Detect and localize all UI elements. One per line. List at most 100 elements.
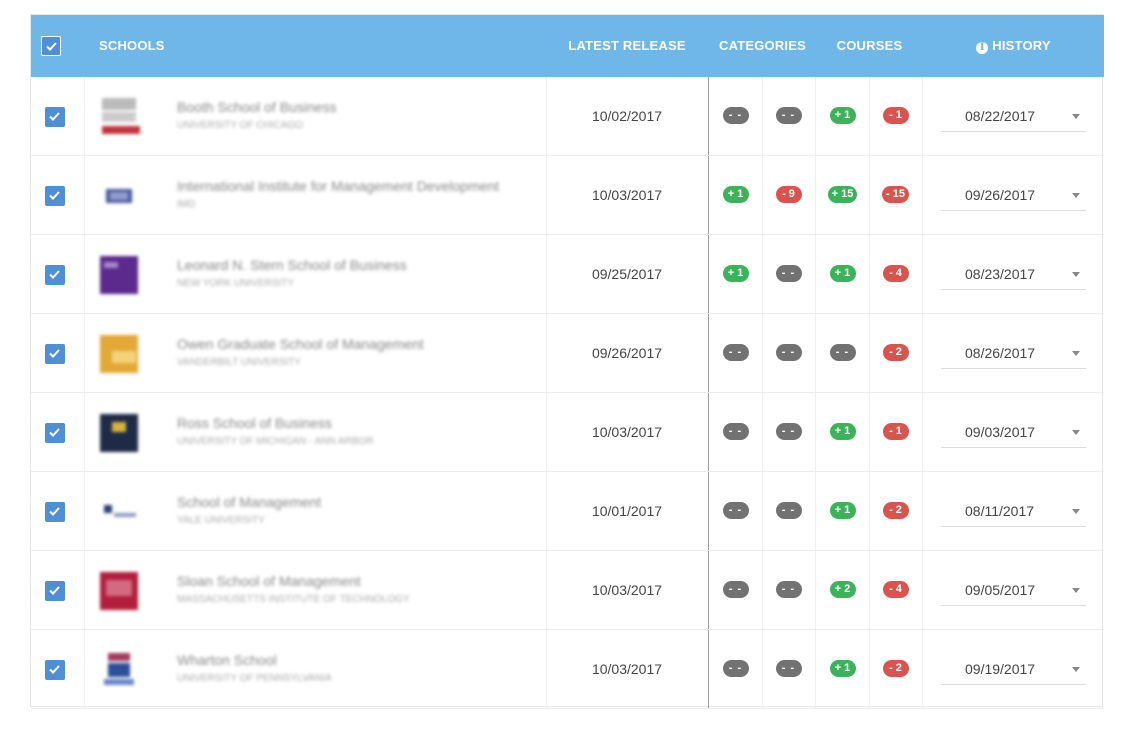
category-added-badge: - - <box>722 423 749 440</box>
row-checkbox[interactable] <box>45 660 65 680</box>
header-courses[interactable]: COURSES <box>816 15 923 77</box>
history-value: 08/22/2017 <box>965 108 1036 124</box>
check-icon <box>49 428 60 437</box>
history-value: 09/05/2017 <box>965 582 1036 598</box>
table-row: Wharton School University of Pennsylvania… <box>31 630 1104 709</box>
history-value: 09/26/2017 <box>965 187 1036 203</box>
history-dropdown[interactable]: 08/11/2017 <box>941 498 1086 527</box>
school-name: Sloan School of Management <box>177 573 361 589</box>
school-university: Massachusetts Institute of Technology <box>177 594 410 605</box>
school-university: University of Pennsylvania <box>177 673 332 684</box>
latest-release-date: 10/02/2017 <box>546 77 709 155</box>
history-value: 09/03/2017 <box>965 424 1036 440</box>
history-dropdown[interactable]: 08/26/2017 <box>941 340 1086 369</box>
history-dropdown[interactable]: 09/26/2017 <box>941 182 1086 211</box>
category-removed-badge: - - <box>775 660 802 677</box>
school-university: Vanderbilt University <box>177 357 301 368</box>
row-checkbox[interactable] <box>45 581 65 601</box>
school-university: New York University <box>177 278 295 289</box>
course-removed-badge: - 4 <box>882 265 909 282</box>
row-checkbox[interactable] <box>45 344 65 364</box>
caret-down-icon <box>1072 272 1080 277</box>
caret-down-icon <box>1072 667 1080 672</box>
course-added-badge: + 1 <box>829 265 856 282</box>
select-all-checkbox[interactable] <box>41 36 61 56</box>
category-added-badge: + 1 <box>722 186 749 203</box>
history-dropdown[interactable]: 08/22/2017 <box>941 103 1086 132</box>
course-added-badge: + 15 <box>827 186 858 203</box>
check-icon <box>49 586 60 595</box>
category-added-badge: - - <box>722 581 749 598</box>
history-value: 08/23/2017 <box>965 266 1036 282</box>
school-university: IMD <box>177 199 196 210</box>
latest-release-date: 10/03/2017 <box>546 393 709 471</box>
history-dropdown[interactable]: 09/19/2017 <box>941 656 1086 685</box>
course-added-badge: - - <box>829 344 856 361</box>
school-logo <box>100 256 138 294</box>
table-header: SCHOOLS LATEST RELEASE CATEGORIES COURSE… <box>31 15 1104 77</box>
table-row: School of Management Yale University 10/0… <box>31 472 1104 551</box>
row-checkbox[interactable] <box>45 186 65 206</box>
school-logo <box>104 653 134 685</box>
header-schools[interactable]: SCHOOLS <box>99 15 165 77</box>
course-removed-badge: - 2 <box>882 502 909 519</box>
school-name: Ross School of Business <box>177 415 332 431</box>
school-logo <box>100 414 138 452</box>
school-university: University of Michigan - Ann Arbor <box>177 436 374 447</box>
school-logo <box>104 505 136 517</box>
check-icon <box>46 42 57 51</box>
row-checkbox[interactable] <box>45 423 65 443</box>
check-icon <box>49 349 60 358</box>
latest-release-date: 09/26/2017 <box>546 314 709 392</box>
table-row: Leonard N. Stern School of Business New Y… <box>31 235 1104 314</box>
caret-down-icon <box>1072 588 1080 593</box>
school-name: School of Management <box>177 494 321 510</box>
history-dropdown[interactable]: 09/05/2017 <box>941 577 1086 606</box>
history-value: 09/19/2017 <box>965 661 1036 677</box>
course-removed-badge: - 1 <box>882 423 909 440</box>
category-removed-badge: - - <box>775 265 802 282</box>
caret-down-icon <box>1072 114 1080 119</box>
course-added-badge: + 1 <box>829 502 856 519</box>
row-checkbox[interactable] <box>45 265 65 285</box>
latest-release-date: 10/03/2017 <box>546 156 709 234</box>
school-name: Wharton School <box>177 652 277 668</box>
category-added-badge: - - <box>722 502 749 519</box>
school-university: University of Chicago <box>177 120 303 131</box>
table-row: Booth School of Business University of Ch… <box>31 77 1104 156</box>
category-removed-badge: - - <box>775 581 802 598</box>
school-university: Yale University <box>177 515 265 526</box>
header-history-label: HISTORY <box>992 38 1051 53</box>
category-added-badge: + 1 <box>722 265 749 282</box>
category-removed-badge: - - <box>775 423 802 440</box>
category-removed-badge: - 9 <box>775 186 802 203</box>
course-removed-badge: - 1 <box>882 107 909 124</box>
category-removed-badge: - - <box>775 344 802 361</box>
school-logo <box>106 189 132 203</box>
history-dropdown[interactable]: 08/23/2017 <box>941 261 1086 290</box>
course-added-badge: + 1 <box>829 660 856 677</box>
schools-table: SCHOOLS LATEST RELEASE CATEGORIES COURSE… <box>30 14 1104 709</box>
header-latest-release[interactable]: LATEST RELEASE <box>546 15 708 77</box>
caret-down-icon <box>1072 430 1080 435</box>
header-history[interactable]: i HISTORY <box>923 15 1104 77</box>
header-checkbox-cell <box>41 15 61 77</box>
info-icon[interactable]: i <box>976 42 989 54</box>
latest-release-date: 09/25/2017 <box>546 235 709 313</box>
history-value: 08/11/2017 <box>965 503 1035 519</box>
school-logo <box>102 98 140 134</box>
category-added-badge: - - <box>722 660 749 677</box>
school-name: International Institute for Management D… <box>177 178 500 194</box>
row-checkbox[interactable] <box>45 502 65 522</box>
history-dropdown[interactable]: 09/03/2017 <box>941 419 1086 448</box>
course-removed-badge: - 4 <box>882 581 909 598</box>
school-name: Owen Graduate School of Management <box>177 336 424 352</box>
caret-down-icon <box>1072 351 1080 356</box>
course-removed-badge: - 2 <box>882 660 909 677</box>
row-checkbox[interactable] <box>45 107 65 127</box>
category-added-badge: - - <box>722 107 749 124</box>
course-removed-badge: - 15 <box>882 186 909 203</box>
table-row: Owen Graduate School of Management Vander… <box>31 314 1104 393</box>
latest-release-date: 10/03/2017 <box>546 630 709 708</box>
header-categories[interactable]: CATEGORIES <box>709 15 816 77</box>
